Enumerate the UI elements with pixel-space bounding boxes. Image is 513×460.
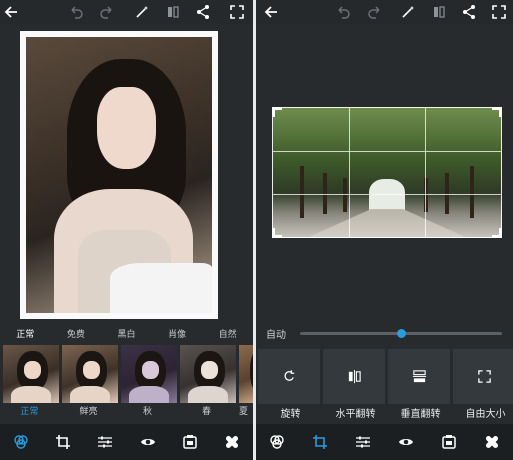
- thumb-label: 秋: [142, 407, 152, 417]
- free-size-icon: [477, 370, 491, 383]
- thumb-label: 正常: [20, 407, 39, 417]
- filter-thumb-vivid[interactable]: [62, 345, 118, 403]
- filter-thumbnails: [0, 345, 253, 405]
- edited-photo: [26, 37, 212, 313]
- right-editor-pane: 自动 旋转 水平翻转 垂直翻转 自由大小: [256, 0, 513, 460]
- undo-icon[interactable]: [66, 2, 86, 22]
- redo-icon[interactable]: [97, 2, 117, 22]
- crop-handle-top-left[interactable]: [272, 107, 282, 117]
- filter-tab[interactable]: 自然: [219, 327, 237, 340]
- bottom-toolbar: [0, 424, 253, 460]
- rotate-button[interactable]: [258, 349, 320, 404]
- compare-icon[interactable]: [163, 2, 183, 22]
- sticker-icon[interactable]: [438, 431, 460, 453]
- filter-tab[interactable]: 肖像: [168, 327, 186, 340]
- flip-horizontal-button[interactable]: [323, 349, 385, 404]
- top-toolbar: [0, 0, 253, 24]
- tool-label: 自由大小: [465, 409, 506, 420]
- share-icon[interactable]: [459, 2, 479, 22]
- flip-horizontal-icon: [348, 369, 361, 384]
- filter-thumb-summer[interactable]: [239, 345, 253, 403]
- compare-icon[interactable]: [429, 2, 449, 22]
- straighten-slider[interactable]: [300, 329, 502, 338]
- filter-thumb-labels: 正常 鲜亮 秋 春 夏: [0, 404, 253, 422]
- crop-handle-bottom-right[interactable]: [492, 228, 502, 238]
- auto-label: 自动: [266, 330, 286, 341]
- left-editor-pane: 正常 免费 黑白 肖像 自然 正常 鲜亮 秋 春 夏: [0, 0, 253, 460]
- filter-thumb-autumn[interactable]: [121, 345, 177, 403]
- back-icon[interactable]: [2, 2, 22, 22]
- undo-icon[interactable]: [333, 2, 353, 22]
- adjust-icon[interactable]: [352, 431, 374, 453]
- crop-frame[interactable]: [272, 107, 502, 238]
- crop-tools: [256, 349, 513, 404]
- flip-vertical-icon: [412, 370, 426, 383]
- adjust-icon[interactable]: [94, 431, 116, 453]
- filters-icon[interactable]: [266, 431, 288, 453]
- bottom-toolbar: [256, 424, 513, 460]
- crop-handle-top-right[interactable]: [492, 107, 502, 117]
- rotate-icon: [283, 370, 294, 381]
- filters-icon[interactable]: [10, 431, 32, 453]
- tool-label: 垂直翻转: [400, 409, 441, 420]
- filter-thumb-normal[interactable]: [3, 345, 59, 403]
- eye-icon[interactable]: [137, 431, 159, 453]
- crop-icon[interactable]: [309, 431, 331, 453]
- back-icon[interactable]: [262, 2, 282, 22]
- fullscreen-icon[interactable]: [489, 2, 509, 22]
- tool-label: 水平翻转: [335, 409, 376, 420]
- redo-icon[interactable]: [365, 2, 385, 22]
- top-toolbar: [256, 0, 513, 24]
- slider-thumb[interactable]: [396, 329, 406, 338]
- crop-icon[interactable]: [52, 431, 74, 453]
- crop-canvas[interactable]: [272, 107, 502, 238]
- magic-wand-icon[interactable]: [398, 2, 418, 22]
- healing-icon[interactable]: [221, 431, 243, 453]
- filter-thumb-spring[interactable]: [180, 345, 236, 403]
- crop-tool-labels: 旋转 水平翻转 垂直翻转 自由大小: [256, 405, 513, 423]
- straighten-row: 自动: [256, 324, 513, 342]
- crop-handle-bottom-left[interactable]: [272, 228, 282, 238]
- filter-tab[interactable]: 免费: [67, 327, 85, 340]
- photo-canvas[interactable]: [20, 31, 218, 319]
- sticker-icon[interactable]: [179, 431, 201, 453]
- thumb-label: 鲜亮: [79, 407, 98, 417]
- tool-label: 旋转: [280, 409, 301, 420]
- thumb-label: 春: [201, 407, 211, 417]
- fullscreen-icon[interactable]: [227, 2, 247, 22]
- eye-icon[interactable]: [395, 431, 417, 453]
- magic-wand-icon[interactable]: [132, 2, 152, 22]
- filter-category-tabs: 正常 免费 黑白 肖像 自然: [0, 323, 253, 343]
- share-icon[interactable]: [193, 2, 213, 22]
- healing-icon[interactable]: [481, 431, 503, 453]
- thumb-label: 夏: [238, 407, 248, 417]
- filter-tab[interactable]: 正常: [16, 327, 34, 340]
- flip-vertical-button[interactable]: [388, 349, 450, 404]
- free-size-button[interactable]: [453, 349, 513, 404]
- filter-tab[interactable]: 黑白: [117, 327, 135, 340]
